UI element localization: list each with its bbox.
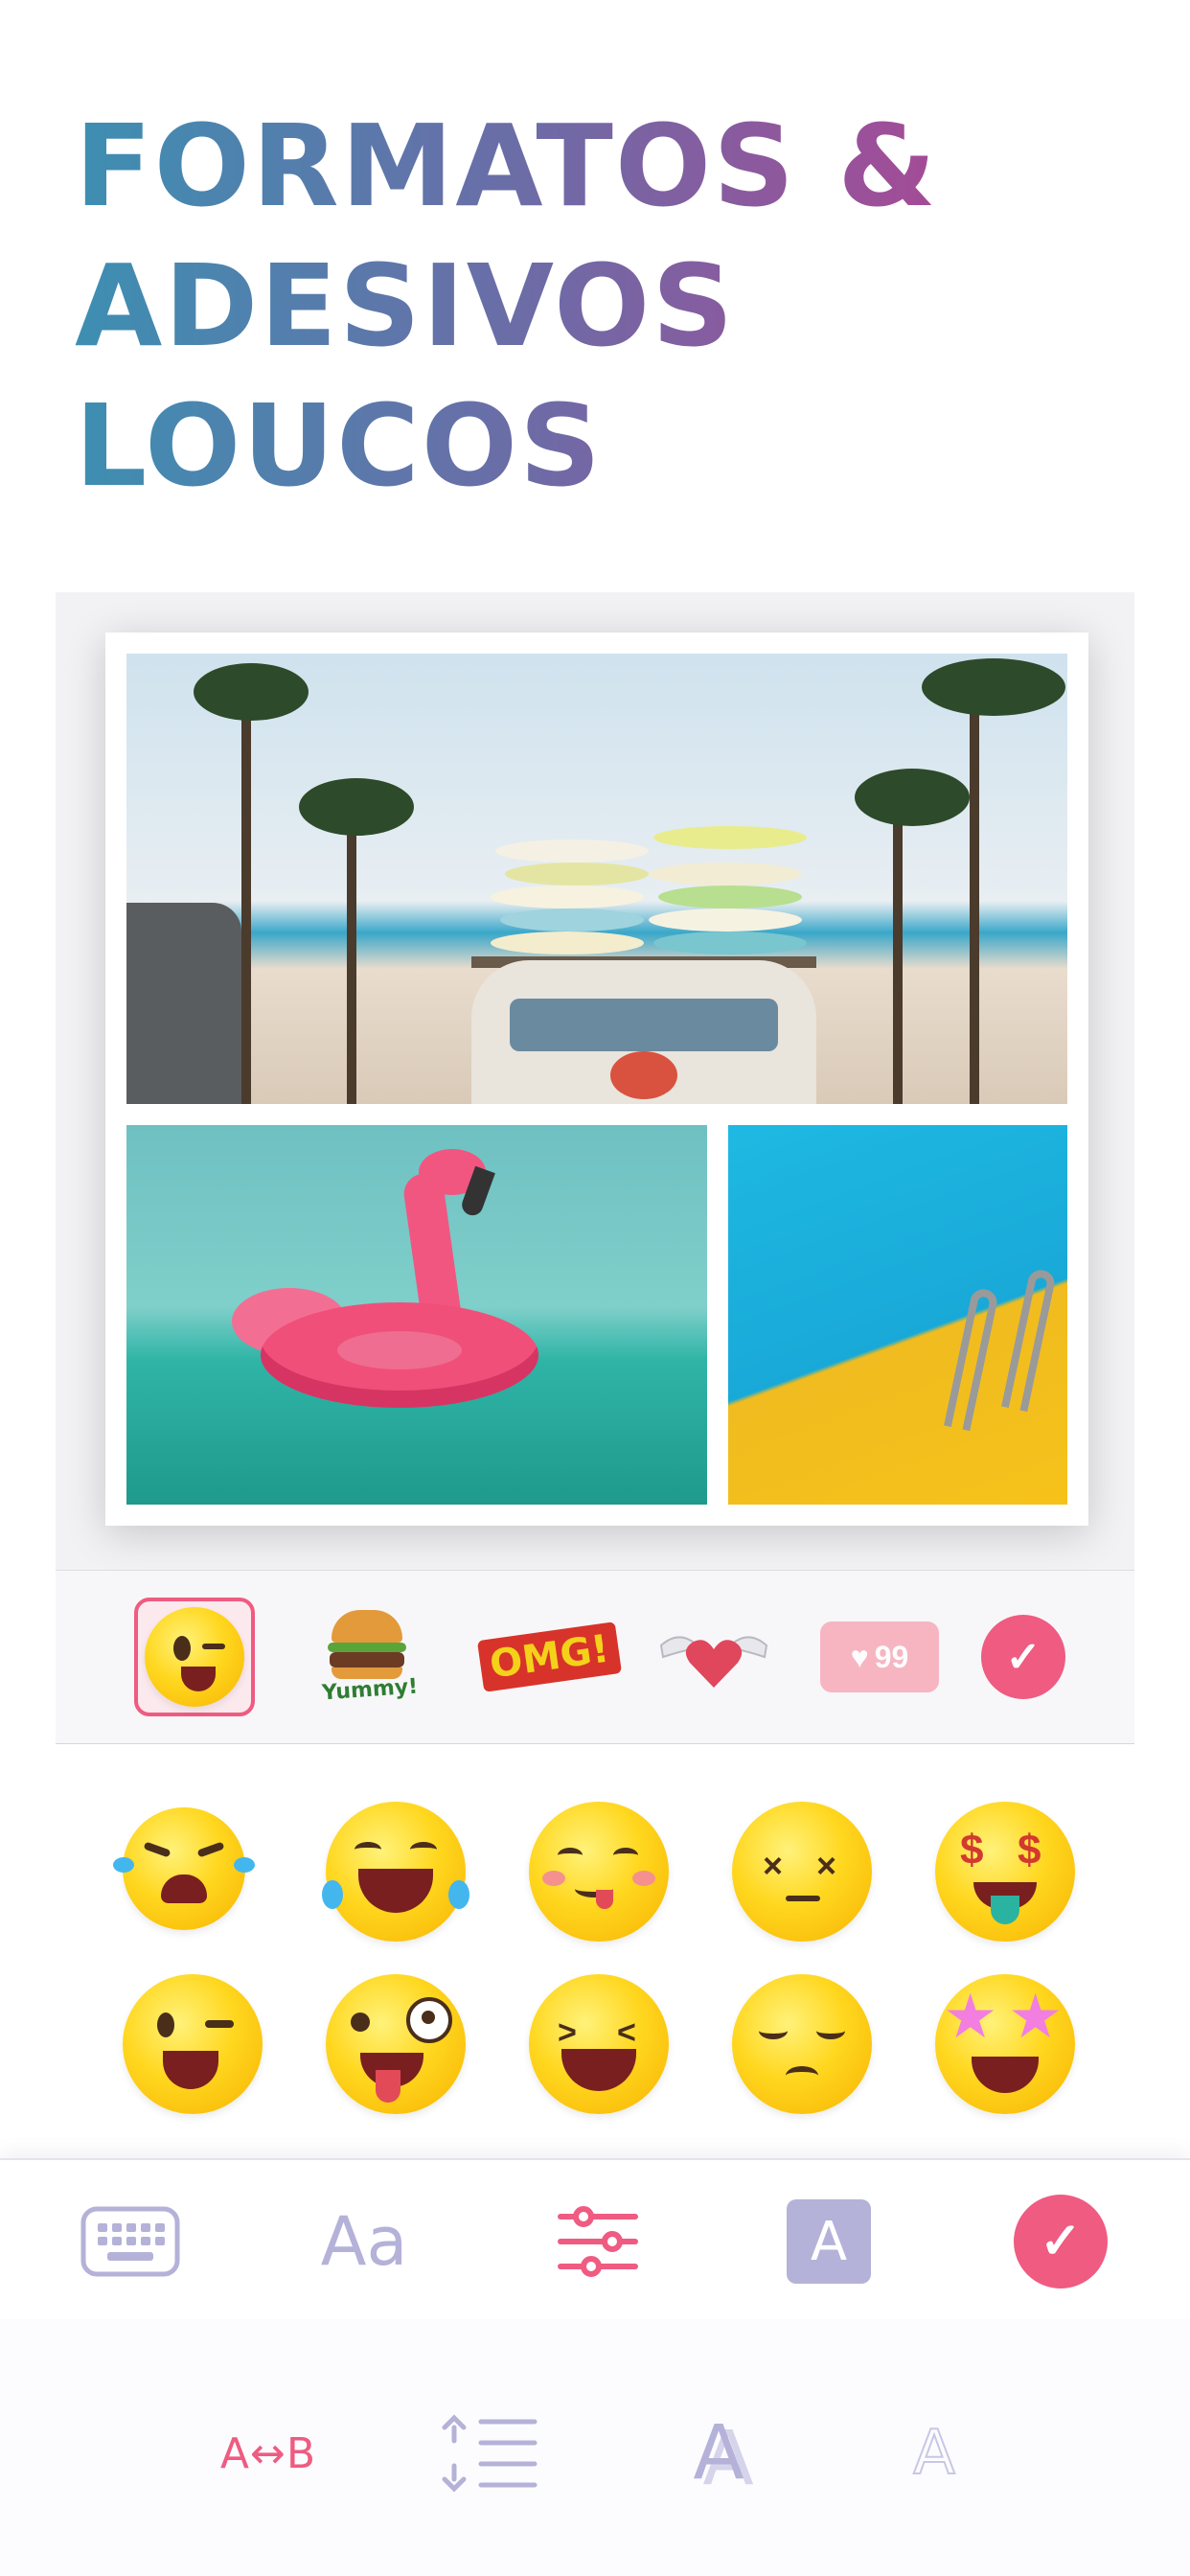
like-counter-badge: ♥ 99 [820, 1622, 939, 1692]
sticker-category-food[interactable]: Yummy! [307, 1598, 427, 1716]
line-spacing-icon [442, 2414, 538, 2493]
headline-line-3: LOUCOS [75, 380, 604, 512]
winged-heart-icon [659, 1636, 768, 1688]
text-outline-icon: A [912, 2417, 956, 2490]
text-background-icon: A [787, 2199, 871, 2284]
text-edit-toolbar: Aa A ✓ [0, 2158, 1190, 2323]
tears-of-joy-emoji[interactable] [322, 1802, 469, 1942]
crying-laughing-emoji[interactable] [113, 1807, 255, 1930]
grinning-squint-emoji[interactable]: > < [529, 1974, 669, 2114]
sticker-category-social[interactable]: ♥ 99 [812, 1598, 947, 1716]
checkmark-icon: ✓ [1040, 2214, 1082, 2269]
letter-spacing-label: A↔B [219, 2428, 317, 2478]
wink-emoji[interactable] [123, 1974, 263, 2114]
wink-emoji-icon [145, 1607, 244, 1707]
headline-line-1: FORMATOS & [75, 100, 939, 232]
keyboard-icon [80, 2206, 180, 2277]
text-shadow-button[interactable]: A [671, 2405, 767, 2501]
font-label: Aa [320, 2202, 408, 2281]
text-style-options: A↔B A A [0, 2319, 1190, 2576]
promo-headline: FORMATOS & ADESIVOS LOUCOS [75, 96, 1129, 516]
text-outline-button[interactable]: A [891, 2405, 977, 2501]
heart-icon: ♥ [850, 1639, 869, 1674]
confirm-sticker-button[interactable]: ✓ [981, 1615, 1065, 1699]
van [471, 960, 816, 1104]
text-background-button[interactable]: A [786, 2198, 872, 2285]
flamingo-ring [261, 1302, 538, 1408]
headline-line-2: ADESIVOS [75, 240, 736, 372]
sticker-category-love[interactable] [642, 1598, 786, 1716]
keyboard-button[interactable] [80, 2198, 180, 2285]
sticker-category-bar: Yummy! OMG! ♥ 99 ✓ [56, 1570, 1134, 1745]
surfboard-stack [491, 816, 807, 960]
collage-photo-pool-edge[interactable] [728, 1125, 1067, 1505]
photo-collage[interactable] [105, 632, 1088, 1526]
sliders-icon [558, 2206, 638, 2277]
emoji-sticker-grid: × × $ $ > < ★ ★ [56, 1744, 1134, 2158]
text-adjust-button[interactable] [552, 2198, 644, 2285]
checkmark-icon: ✓ [1005, 1633, 1041, 1681]
collage-photo-beach-van[interactable] [126, 654, 1067, 1104]
line-spacing-button[interactable] [437, 2405, 542, 2501]
star-struck-emoji[interactable]: ★ ★ [935, 1974, 1075, 2114]
parked-car [126, 903, 241, 1104]
pensive-emoji[interactable] [732, 1974, 872, 2114]
omg-sticker-label: OMG! [476, 1622, 622, 1692]
yum-emoji[interactable] [529, 1802, 669, 1942]
text-shadow-icon: A [693, 2410, 744, 2496]
font-button[interactable]: Aa [307, 2198, 422, 2285]
dizzy-emoji[interactable]: × × [732, 1802, 872, 1942]
sticker-category-comic[interactable]: OMG! [468, 1598, 630, 1716]
collage-photo-flamingo-float[interactable] [126, 1125, 707, 1505]
sticker-category-emoji[interactable] [134, 1598, 255, 1716]
money-mouth-emoji[interactable]: $ $ [935, 1802, 1075, 1942]
burger-icon: Yummy! [314, 1604, 420, 1710]
confirm-text-button[interactable]: ✓ [1014, 2195, 1108, 2288]
zany-emoji[interactable] [326, 1974, 466, 2114]
letter-spacing-button[interactable]: A↔B [201, 2405, 335, 2501]
